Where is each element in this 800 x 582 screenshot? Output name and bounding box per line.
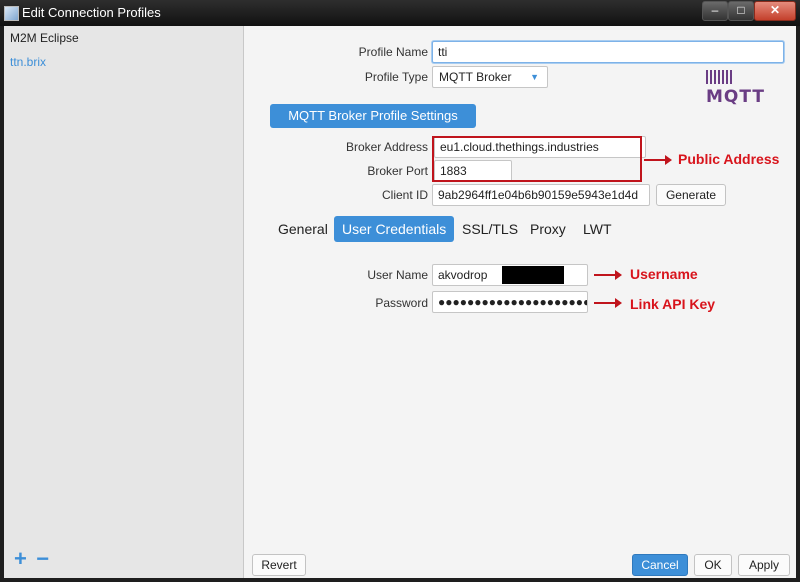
- tab-general[interactable]: General: [270, 216, 336, 242]
- cancel-button[interactable]: Cancel: [632, 554, 688, 576]
- remove-profile-button[interactable]: −: [36, 546, 49, 571]
- apply-button[interactable]: Apply: [738, 554, 790, 576]
- app-icon: [4, 6, 19, 21]
- minimize-button[interactable]: ‒: [702, 1, 728, 21]
- profile-item-m2m-eclipse[interactable]: M2M Eclipse: [4, 26, 243, 50]
- api-key-annotation: Link API Key: [630, 296, 716, 312]
- broker-address-label: Broker Address: [345, 140, 428, 154]
- annotation-arrow-username: [594, 270, 622, 280]
- redaction-box: [502, 266, 564, 284]
- password-label: Password: [375, 296, 428, 310]
- profile-editor: Profile Name tti Profile Type MQTT Broke…: [244, 26, 796, 578]
- window-title: Edit Connection Profiles: [22, 5, 161, 20]
- username-annotation: Username: [630, 266, 698, 282]
- tab-ssl-tls[interactable]: SSL/TLS: [454, 216, 526, 242]
- section-title-button[interactable]: MQTT Broker Profile Settings: [270, 104, 476, 128]
- client-id-input[interactable]: 9ab2964ff1e04b6b90159e5943e1d4d: [432, 184, 650, 206]
- annotation-arrow-address: [644, 155, 672, 165]
- profile-list: M2M Eclipse ttn.brix + −: [4, 26, 244, 578]
- mqtt-logo: MQTT: [706, 67, 784, 107]
- tab-lwt[interactable]: LWT: [575, 216, 620, 242]
- mqtt-logo-mark: [706, 70, 732, 84]
- ok-button[interactable]: OK: [694, 554, 732, 576]
- password-input[interactable]: ●●●●●●●●●●●●●●●●●●●●●: [432, 291, 588, 313]
- profile-list-footer: + −: [14, 546, 55, 572]
- chevron-down-icon: ▼: [530, 72, 539, 82]
- highlight-broker-box: [432, 136, 642, 182]
- title-bar: Edit Connection Profiles ‒ □ ✕: [0, 0, 800, 26]
- broker-port-label: Broker Port: [367, 164, 428, 178]
- profile-name-input[interactable]: tti: [432, 41, 784, 63]
- profile-name-label: Profile Name: [358, 45, 428, 59]
- public-address-annotation: Public Address: [678, 151, 780, 167]
- profile-item-ttn-brix[interactable]: ttn.brix: [4, 50, 243, 74]
- generate-button[interactable]: Generate: [656, 184, 726, 206]
- maximize-button[interactable]: □: [728, 1, 754, 21]
- revert-button[interactable]: Revert: [252, 554, 306, 576]
- tab-user-credentials[interactable]: User Credentials: [334, 216, 455, 242]
- add-profile-button[interactable]: +: [14, 546, 27, 571]
- profile-type-select[interactable]: MQTT Broker ▼: [432, 66, 548, 88]
- close-button[interactable]: ✕: [754, 1, 796, 21]
- tab-proxy[interactable]: Proxy: [522, 216, 574, 242]
- annotation-arrow-api-key: [594, 298, 622, 308]
- profile-type-value: MQTT Broker: [439, 70, 512, 84]
- username-label: User Name: [367, 268, 428, 282]
- mqtt-logo-text: MQTT: [706, 87, 765, 107]
- client-id-label: Client ID: [381, 188, 428, 202]
- profile-type-label: Profile Type: [364, 70, 428, 84]
